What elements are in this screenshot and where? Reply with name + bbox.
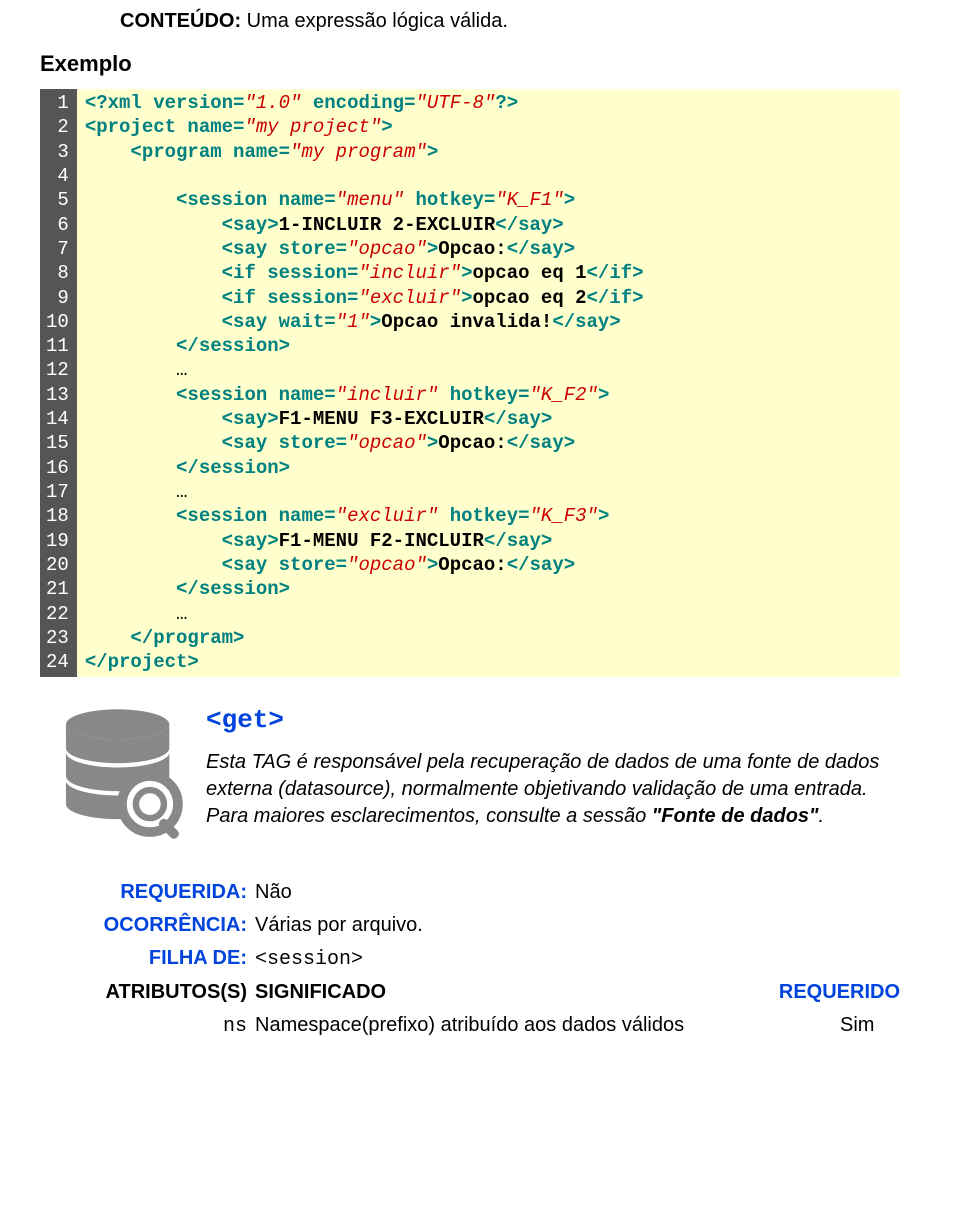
meta-value: Não — [255, 881, 292, 904]
attr-header-significado: SIGNIFICADO — [255, 981, 779, 1004]
meta-label: REQUERIDA: — [80, 881, 255, 904]
attr-header-requerido: REQUERIDO — [779, 981, 900, 1004]
get-section: <get> Esta TAG é responsável pela recupe… — [40, 705, 900, 845]
get-description: Esta TAG é responsável pela recuperação … — [206, 749, 900, 830]
meta-requerida: REQUERIDA: Não — [80, 881, 900, 904]
attribute-header: ATRIBUTOS(S) SIGNIFICADO REQUERIDO — [80, 981, 900, 1004]
meta-label: FILHA DE: — [80, 947, 255, 970]
meta-label: OCORRÊNCIA: — [80, 914, 255, 937]
attribute-row: ns Namespace(prefixo) atribuído aos dado… — [80, 1014, 900, 1038]
meta-filha: FILHA DE: <session> — [80, 947, 900, 971]
attr-desc: Namespace(prefixo) atribuído aos dados v… — [255, 1014, 840, 1037]
code-content: <?xml version="1.0" encoding="UTF-8"?><p… — [77, 89, 900, 677]
tag-metadata: REQUERIDA: Não OCORRÊNCIA: Várias por ar… — [80, 881, 900, 1038]
attr-required: Sim — [840, 1014, 900, 1037]
get-section-body: <get> Esta TAG é responsável pela recupe… — [206, 705, 900, 830]
line-number-gutter: 123456789101112131415161718192021222324 — [40, 89, 77, 677]
code-example: 123456789101112131415161718192021222324 … — [40, 89, 900, 677]
content-definition: CONTEÚDO: Uma expressão lógica válida. — [120, 10, 900, 33]
meta-value: Várias por arquivo. — [255, 914, 423, 937]
example-header: Exemplo — [40, 51, 900, 77]
attr-header-label: ATRIBUTOS(S) — [80, 981, 255, 1004]
attr-ns: ns — [80, 1015, 255, 1038]
meta-ocorrencia: OCORRÊNCIA: Várias por arquivo. — [80, 914, 900, 937]
content-label: CONTEÚDO: — [120, 10, 241, 32]
database-search-icon — [58, 705, 188, 845]
meta-value: <session> — [255, 948, 363, 971]
get-heading: <get> — [206, 705, 900, 735]
content-text: Uma expressão lógica válida. — [247, 10, 508, 32]
